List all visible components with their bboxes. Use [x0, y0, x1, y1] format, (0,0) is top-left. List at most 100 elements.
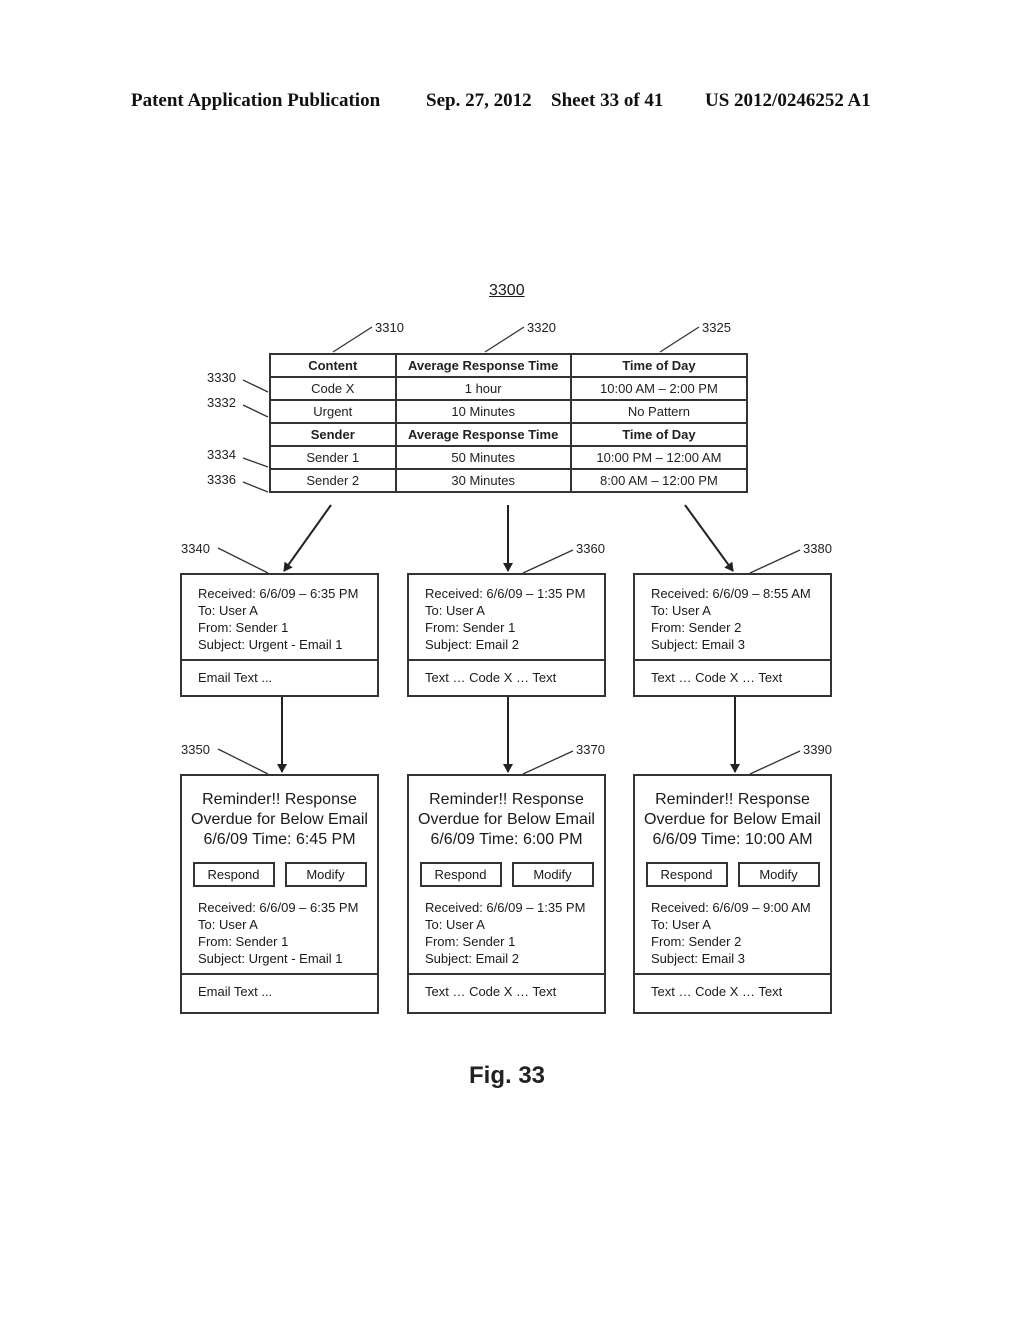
ref-3390: 3390 — [803, 742, 832, 757]
email-body: Email Text ... — [198, 670, 273, 685]
email-body: Text … Code X … Text — [651, 670, 783, 685]
table-row: Sender 1 50 Minutes 10:00 PM – 12:00 AM — [269, 445, 749, 470]
email-from: From: Sender 1 — [198, 934, 289, 949]
reminder-line-1: Reminder!! Response — [429, 791, 584, 808]
email-body: Text … Code X … Text — [425, 984, 557, 999]
email-to: To: User A — [425, 917, 485, 932]
reminder-box-2: Reminder!! Response Overdue for Below Em… — [407, 774, 606, 1014]
email-box-3[interactable]: Received: 6/6/09 – 8:55 AM To: User A Fr… — [633, 573, 832, 697]
email-subject: Subject: Email 3 — [651, 951, 745, 966]
reminder-time: 6/6/09 Time: 6:00 PM — [430, 831, 583, 848]
ref-3340: 3340 — [181, 541, 210, 556]
email-to: To: User A — [198, 917, 258, 932]
modify-button[interactable]: Modify — [737, 862, 820, 887]
arrow-table-to-email3 — [684, 504, 734, 572]
ref-3380: 3380 — [803, 541, 832, 556]
table-cell: No Pattern — [569, 399, 749, 424]
table-header-cell: Sender — [269, 422, 397, 447]
email-subject: Subject: Email 3 — [651, 637, 745, 652]
table-header-cell: Time of Day — [569, 422, 749, 447]
reminder-line-1: Reminder!! Response — [655, 791, 810, 808]
table-cell: Sender 1 — [269, 445, 397, 470]
table-header-cell: Content — [269, 353, 397, 378]
respond-button[interactable]: Respond — [419, 862, 502, 887]
table-cell: 10:00 AM – 2:00 PM — [569, 376, 749, 401]
table-cell: Code X — [269, 376, 397, 401]
email-received: Received: 6/6/09 – 8:55 AM — [651, 586, 811, 601]
reminder-box-1: Reminder!! Response Overdue for Below Em… — [180, 774, 379, 1014]
email-from: From: Sender 1 — [198, 620, 289, 635]
arrow-table-to-email1 — [283, 504, 332, 572]
email-to: To: User A — [651, 603, 711, 618]
ref-3360: 3360 — [576, 541, 605, 556]
ref-3350: 3350 — [181, 742, 210, 757]
ref-3332: 3332 — [207, 395, 236, 410]
reminder-time: 6/6/09 Time: 10:00 AM — [652, 831, 813, 848]
table-cell: 10 Minutes — [394, 399, 572, 424]
leader-3334 — [242, 457, 269, 468]
figure-caption: Fig. 33 — [469, 1062, 546, 1089]
table-cell: Sender 2 — [269, 468, 397, 493]
email-subject: Subject: Urgent - Email 1 — [198, 951, 343, 966]
ref-3320: 3320 — [527, 320, 556, 335]
reminder-box-3: Reminder!! Response Overdue for Below Em… — [633, 774, 832, 1014]
reminder-title: Reminder!! Response Overdue for Below Em… — [409, 776, 604, 850]
table-header-cell: Average Response Time — [394, 353, 572, 378]
response-stats-table: Content Average Response Time Time of Day C… — [269, 353, 749, 493]
reminder-time: 6/6/09 Time: 6:45 PM — [203, 831, 356, 848]
ref-3325: 3325 — [702, 320, 731, 335]
table-header-row: Content Average Response Time Time of Day — [269, 353, 749, 378]
leader-3336 — [242, 481, 269, 493]
table-row: Code X1 hour 10:00 AM – 2:00 PM — [269, 376, 749, 401]
respond-button[interactable]: Respond — [192, 862, 275, 887]
table-header-cell: Average Response Time — [394, 422, 572, 447]
table-header-row: Sender Average Response Time Time of Day — [269, 422, 749, 447]
patent-number: US 2012/0246252 A1 — [705, 90, 871, 111]
table-row: Sender 2 30 Minutes 8:00 AM – 12:00 PM — [269, 468, 749, 493]
email-box-1[interactable]: Received: 6/6/09 – 6:35 PM To: User A Fr… — [180, 573, 379, 697]
ref-3370: 3370 — [576, 742, 605, 757]
email-received: Received: 6/6/09 – 1:35 PM — [425, 900, 586, 915]
figure-id: 3300 — [489, 282, 525, 299]
reminder-line-2: Overdue for Below Email — [191, 811, 368, 828]
table-row: Urgent 10 Minutes No Pattern — [269, 399, 749, 424]
email-to: To: User A — [425, 603, 485, 618]
table-cell: 50 Minutes — [394, 445, 572, 470]
leader-3380 — [749, 549, 801, 574]
reminder-line-2: Overdue for Below Email — [418, 811, 595, 828]
ref-3334: 3334 — [207, 447, 236, 462]
email-received: Received: 6/6/09 – 6:35 PM — [198, 586, 359, 601]
email-subject: Subject: Email 2 — [425, 637, 519, 652]
modify-button[interactable]: Modify — [511, 862, 594, 887]
email-subject: Subject: Email 2 — [425, 951, 519, 966]
respond-button[interactable]: Respond — [645, 862, 728, 887]
table-header-cell: Time of Day — [569, 353, 749, 378]
email-from: From: Sender 2 — [651, 934, 742, 949]
email-from: From: Sender 2 — [651, 620, 742, 635]
reminder-line-1: Reminder!! Response — [202, 791, 357, 808]
email-received: Received: 6/6/09 – 9:00 AM — [651, 900, 811, 915]
email-body: Text … Code X … Text — [425, 670, 557, 685]
leader-3340 — [217, 547, 269, 574]
publication-label: Patent Application Publication — [131, 90, 381, 111]
leader-3310 — [332, 326, 373, 353]
leader-3330 — [242, 379, 269, 393]
ref-3310: 3310 — [375, 320, 404, 335]
publication-date: Sep. 27, 2012 — [426, 90, 532, 111]
ref-3330: 3330 — [207, 370, 236, 385]
table-cell: Urgent — [269, 399, 397, 424]
modify-button[interactable]: Modify — [284, 862, 367, 887]
table-cell: 30 Minutes — [394, 468, 572, 493]
email-from: From: Sender 1 — [425, 934, 516, 949]
table-cell: 1 hour — [394, 376, 572, 401]
email-box-2[interactable]: Received: 6/6/09 – 1:35 PM To: User A Fr… — [407, 573, 606, 697]
ref-3336: 3336 — [207, 472, 236, 487]
leader-3370 — [522, 750, 574, 775]
leader-3320 — [484, 326, 525, 353]
reminder-title: Reminder!! Response Overdue for Below Em… — [182, 776, 377, 850]
leader-3360 — [522, 549, 574, 574]
table-cell: 10:00 PM – 12:00 AM — [569, 445, 749, 470]
reminder-line-2: Overdue for Below Email — [644, 811, 821, 828]
table-cell: 8:00 AM – 12:00 PM — [569, 468, 749, 493]
leader-3325 — [659, 326, 700, 353]
